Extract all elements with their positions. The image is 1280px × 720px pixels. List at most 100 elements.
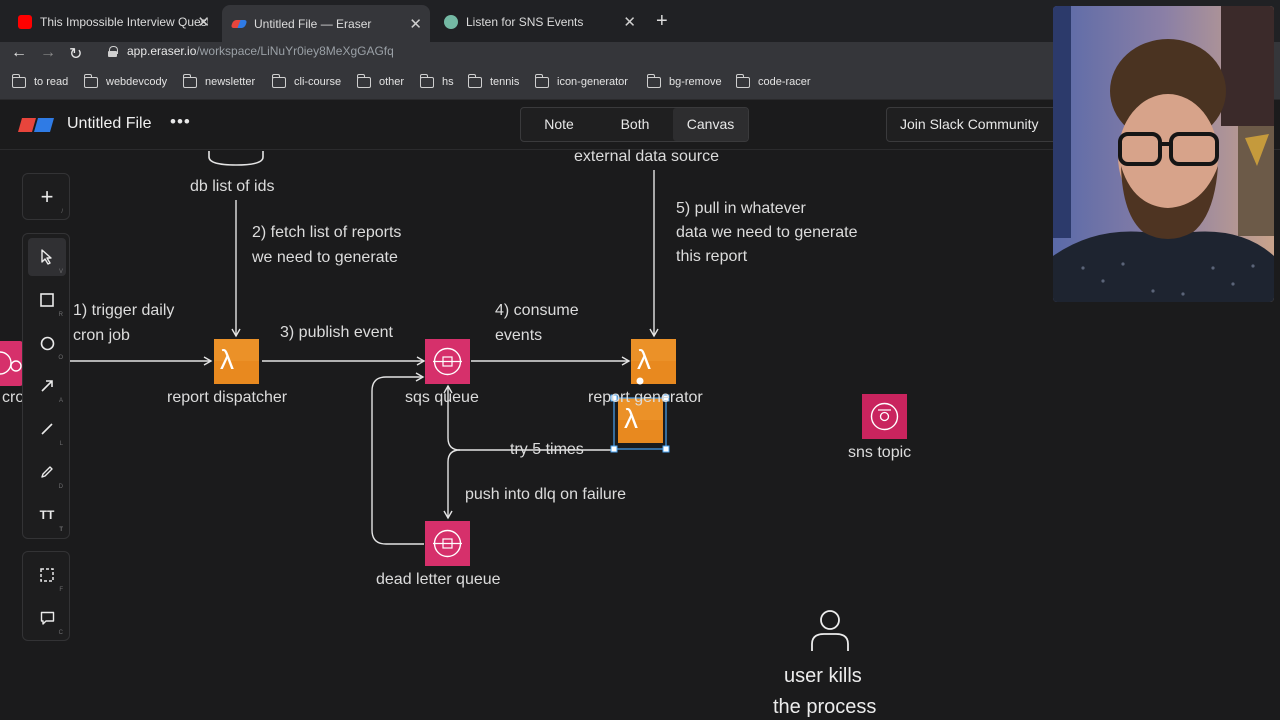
bookmark-folder[interactable]: hs bbox=[419, 73, 454, 88]
folder-icon bbox=[419, 73, 434, 88]
shortcut-key: D bbox=[58, 484, 63, 490]
folder-icon bbox=[83, 73, 98, 88]
shortcut-key: O bbox=[58, 355, 63, 361]
screen: This Impossible Interview Question ✕ Unt… bbox=[0, 0, 1280, 720]
new-tab-icon[interactable]: + bbox=[656, 10, 668, 33]
bookmark-label: code-racer bbox=[758, 76, 811, 88]
sns-topic-label[interactable]: sns topic bbox=[848, 444, 911, 462]
select-tool-button[interactable]: V bbox=[28, 238, 66, 276]
bookmark-folder[interactable]: other bbox=[356, 73, 404, 88]
shortcut-key: L bbox=[59, 441, 63, 447]
close-tab-icon[interactable]: ✕ bbox=[623, 13, 636, 31]
lock-icon bbox=[108, 45, 118, 57]
step2-line1[interactable]: 2) fetch list of reports bbox=[252, 224, 401, 242]
shortcut-key: V bbox=[58, 269, 63, 275]
sqs-queue-node[interactable] bbox=[425, 339, 470, 384]
database-icon[interactable] bbox=[208, 151, 264, 166]
circle-icon bbox=[40, 336, 54, 350]
arrow-icon bbox=[41, 380, 53, 392]
frame-tool-button[interactable]: F bbox=[28, 556, 66, 594]
bookmark-folder[interactable]: code-racer bbox=[735, 73, 811, 88]
folder-icon bbox=[735, 73, 750, 88]
rectangle-tool-button[interactable]: R bbox=[28, 281, 66, 319]
cron-node[interactable] bbox=[0, 341, 23, 386]
add-shape-button[interactable]: + / bbox=[28, 178, 66, 216]
view-canvas-button[interactable]: Canvas bbox=[673, 108, 748, 141]
step1-line1[interactable]: 1) trigger daily bbox=[73, 302, 174, 320]
step4-line2[interactable]: events bbox=[495, 327, 542, 345]
dead-letter-queue-label[interactable]: dead letter queue bbox=[376, 571, 501, 589]
join-slack-button[interactable]: Join Slack Community bbox=[886, 107, 1066, 142]
line-icon bbox=[41, 423, 53, 435]
view-note-button[interactable]: Note bbox=[527, 108, 591, 141]
add-palette: + / bbox=[22, 173, 70, 220]
eraser-logo-icon[interactable] bbox=[18, 118, 54, 132]
step5-line3[interactable]: this report bbox=[676, 248, 747, 266]
tab-title: Listen for SNS Events bbox=[466, 15, 584, 29]
sns-topic-node[interactable] bbox=[862, 394, 907, 439]
address-bar[interactable]: app.eraser.io/workspace/LiNuYr0iey8MeXgG… bbox=[108, 44, 394, 58]
forward-icon[interactable]: → bbox=[40, 44, 56, 62]
cron-label[interactable]: cro bbox=[2, 389, 24, 407]
shortcut-key: A bbox=[58, 398, 63, 404]
sqs-queue-label[interactable]: sqs queue bbox=[405, 389, 479, 407]
bookmark-label: bg-remove bbox=[669, 76, 722, 88]
pencil-tool-button[interactable]: D bbox=[28, 453, 66, 491]
report-dispatcher-label[interactable]: report dispatcher bbox=[167, 389, 287, 407]
reload-icon[interactable]: ↻ bbox=[69, 44, 82, 64]
line-tool-button[interactable]: L bbox=[28, 410, 66, 448]
user-icon[interactable] bbox=[811, 610, 849, 651]
bookmark-folder[interactable]: cli-course bbox=[271, 73, 342, 88]
ellipse-tool-button[interactable]: O bbox=[28, 324, 66, 362]
bookmark-folder[interactable]: icon-generator bbox=[534, 73, 628, 88]
rotate-handle[interactable] bbox=[636, 377, 644, 385]
step4-line1[interactable]: 4) consume bbox=[495, 302, 579, 320]
connector-retry-to-dlq[interactable] bbox=[443, 449, 461, 520]
arrow-tool-button[interactable]: A bbox=[28, 367, 66, 405]
bookmark-folder[interactable]: tennis bbox=[467, 73, 519, 88]
text-tool-button[interactable]: TT T bbox=[28, 496, 66, 534]
retry-label[interactable]: try 5 times bbox=[510, 441, 584, 459]
close-tab-icon[interactable]: ✕ bbox=[197, 13, 210, 31]
bookmark-folder[interactable]: to read bbox=[11, 73, 69, 88]
tab-youtube[interactable]: This Impossible Interview Question ✕ bbox=[8, 7, 218, 37]
webcam-overlay bbox=[1053, 6, 1274, 302]
file-name[interactable]: Untitled File bbox=[67, 115, 151, 133]
step3-label[interactable]: 3) publish event bbox=[280, 324, 393, 342]
text-size-icon: TT bbox=[39, 508, 55, 522]
back-icon[interactable]: ← bbox=[11, 44, 27, 62]
folder-icon bbox=[356, 73, 371, 88]
report-generator-label[interactable]: report generator bbox=[588, 389, 703, 407]
user-label-line1[interactable]: user kills bbox=[784, 665, 862, 688]
bookmark-folder[interactable]: webdevcody bbox=[83, 73, 167, 88]
folder-icon bbox=[534, 73, 549, 88]
presenter-video bbox=[1053, 6, 1274, 302]
close-tab-icon[interactable]: ✕ bbox=[409, 15, 422, 33]
bookmark-folder[interactable]: newsletter bbox=[182, 73, 256, 88]
shortcut-key: T bbox=[59, 527, 63, 533]
dlq-failure-label[interactable]: push into dlq on failure bbox=[465, 486, 626, 504]
step5-line2[interactable]: data we need to generate bbox=[676, 224, 857, 242]
step5-line1[interactable]: 5) pull in whatever bbox=[676, 200, 806, 218]
bookmark-folder[interactable]: bg-remove bbox=[646, 73, 722, 88]
step2-line2[interactable]: we need to generate bbox=[252, 249, 398, 267]
step1-line2[interactable]: cron job bbox=[73, 327, 130, 345]
url-path: /workspace/LiNuYr0iey8MeXgGAGfq bbox=[196, 44, 394, 58]
tab-sns[interactable]: Listen for SNS Events ✕ bbox=[434, 7, 644, 37]
selection-handle[interactable] bbox=[610, 445, 618, 453]
more-options-button[interactable]: ••• bbox=[170, 112, 191, 132]
tab-eraser[interactable]: Untitled File — Eraser ✕ bbox=[222, 5, 430, 42]
bookmark-label: newsletter bbox=[205, 76, 256, 88]
shortcut-key: C bbox=[58, 630, 63, 636]
bookmark-label: to read bbox=[34, 76, 69, 88]
db-label[interactable]: db list of ids bbox=[190, 178, 274, 196]
comment-icon bbox=[40, 611, 54, 625]
external-source-label[interactable]: external data source bbox=[574, 148, 719, 166]
user-label-line2[interactable]: the process bbox=[773, 696, 876, 719]
bookmark-label: cli-course bbox=[294, 76, 342, 88]
selection-handle[interactable] bbox=[662, 445, 670, 453]
view-both-button[interactable]: Both bbox=[599, 108, 671, 141]
comment-tool-button[interactable]: C bbox=[28, 599, 66, 637]
dlq-node[interactable] bbox=[425, 521, 470, 566]
extra-tools: F C bbox=[22, 551, 70, 641]
